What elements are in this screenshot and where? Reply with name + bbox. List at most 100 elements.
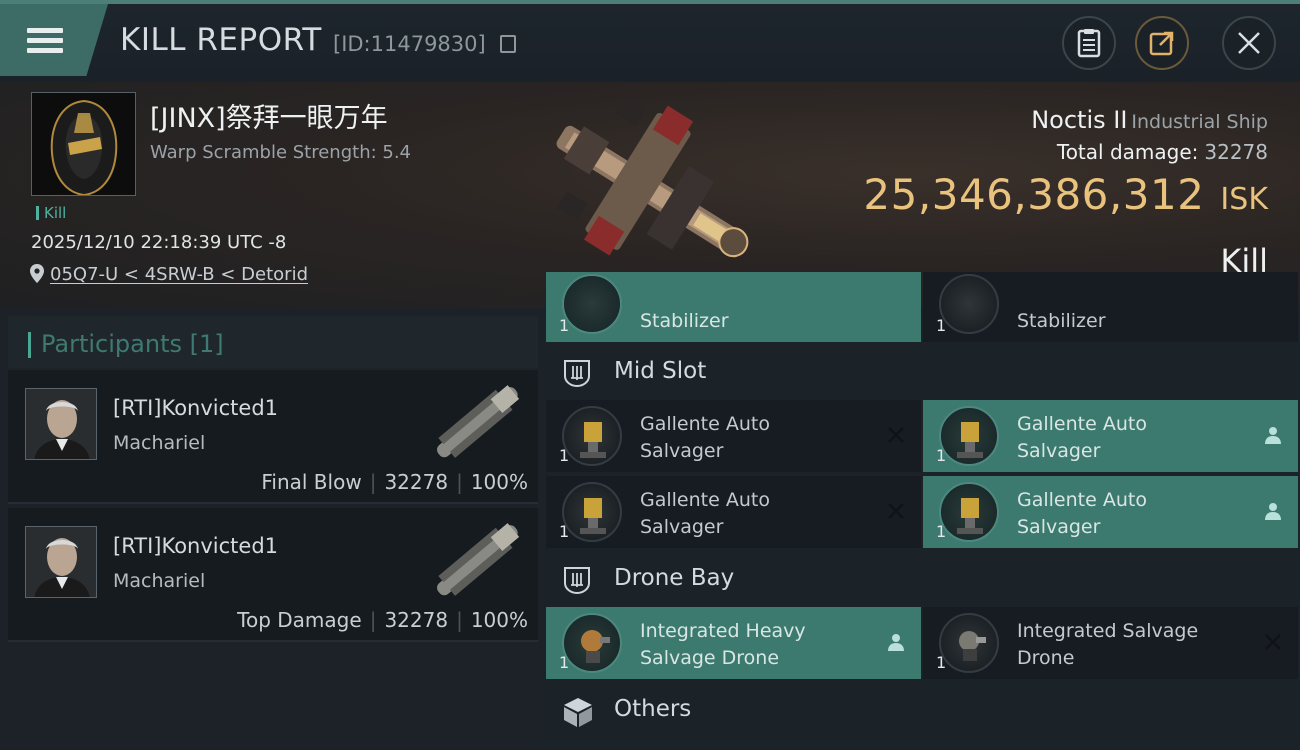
salvager-icon	[562, 482, 622, 542]
person-icon	[1265, 427, 1281, 444]
location-pin-icon	[30, 264, 44, 283]
module-quantity: 1	[559, 316, 570, 335]
destroyed-x-icon	[1265, 634, 1281, 650]
participant-row[interactable]: [RTI]Konvicted1 Machariel Final Blow | 322…	[8, 370, 538, 504]
total-damage-value: 32278	[1204, 140, 1268, 164]
total-damage-label: Total damage:	[1056, 140, 1199, 164]
participant-ship-image	[437, 523, 520, 596]
others-header: Others	[546, 682, 1300, 738]
module-slot[interactable]: 1 Stabilizer	[546, 272, 921, 342]
kill-datetime: 2025/12/10 22:18:39 UTC -8	[31, 232, 287, 253]
person-icon	[888, 634, 904, 651]
participant-name[interactable]: [RTI]Konvicted1	[113, 396, 278, 420]
mid-slot-title: Mid Slot	[614, 358, 707, 384]
salvager-icon	[939, 406, 999, 466]
module-quantity: 1	[559, 522, 570, 541]
slot-icon	[564, 360, 590, 388]
drone-icon	[939, 613, 999, 673]
fitting-panel: 1 Stabilizer 1 Stabilizer Mid Slot 1 Gal…	[540, 272, 1300, 750]
share-button[interactable]	[1135, 16, 1189, 70]
drone-bay-header: Drone Bay	[546, 551, 1300, 607]
isk-amount: 25,346,386,312	[863, 170, 1205, 219]
participant-stats: Top Damage | 32278 | 100%	[237, 608, 528, 632]
avatar[interactable]	[25, 526, 97, 598]
menu-icon	[27, 28, 63, 58]
participant-damage: 32278	[384, 608, 449, 632]
participant-row[interactable]: [RTI]Konvicted1 Machariel Top Damage | 322…	[8, 508, 538, 642]
module-slot[interactable]: 1 Gallente Auto Salvager	[923, 476, 1298, 548]
destroyed-x-icon	[888, 503, 904, 519]
participant-role: Final Blow	[261, 470, 362, 494]
victim-ship[interactable]: Noctis II Industrial Ship	[1031, 106, 1268, 134]
participant-percent: 100%	[470, 470, 528, 494]
module-slot[interactable]: 1 Gallente Auto Salvager	[923, 400, 1298, 472]
person-icon	[1265, 503, 1281, 520]
victim-name[interactable]: [JINX]祭拜一眼万年	[150, 96, 388, 135]
menu-button[interactable]	[0, 4, 108, 76]
module-slot[interactable]: 1 Integrated Salvage Drone	[923, 607, 1298, 679]
participant-name[interactable]: [RTI]Konvicted1	[113, 534, 278, 558]
module-quantity: 1	[936, 522, 947, 541]
module-slot[interactable]: 1 Integrated Heavy Salvage Drone	[546, 607, 921, 679]
module-name: Gallente Auto Salvager	[640, 413, 770, 462]
close-button[interactable]	[1222, 16, 1276, 70]
module-quantity: 1	[936, 316, 947, 335]
module-name: Stabilizer	[640, 310, 729, 332]
ship-class: Industrial Ship	[1131, 111, 1268, 133]
isk-value: 25,346,386,312 ISK	[863, 170, 1268, 219]
participant-role: Top Damage	[237, 608, 362, 632]
destroyed-x-icon	[888, 427, 904, 443]
participants-title: Participants [1]	[41, 330, 224, 358]
location-link[interactable]: 05Q7-U < 4SRW-B < Detorid	[50, 264, 308, 285]
drone-icon	[562, 613, 622, 673]
module-slot[interactable]: 1 Stabilizer	[923, 272, 1298, 342]
participant-stats: Final Blow | 32278 | 100%	[261, 470, 528, 494]
participant-ship-image	[437, 385, 520, 458]
clipboard-icon	[1077, 29, 1101, 58]
slot-icon	[564, 567, 590, 595]
cube-icon	[564, 698, 592, 727]
warp-scramble-strength: Warp Scramble Strength: 5.4	[150, 142, 412, 163]
participants-count: [1]	[189, 330, 224, 358]
participant-percent: 100%	[470, 608, 528, 632]
victim-portrait[interactable]	[31, 92, 136, 196]
isk-unit: ISK	[1220, 182, 1268, 217]
module-name: Gallente Auto Salvager	[1017, 413, 1147, 462]
avatar[interactable]	[25, 388, 97, 460]
report-id: [ID:11479830]	[333, 32, 486, 56]
participant-ship: Machariel	[113, 570, 206, 592]
copy-icon[interactable]	[500, 35, 516, 53]
mid-slot-header: Mid Slot	[546, 344, 1300, 400]
module-name: Integrated Heavy Salvage Drone	[640, 620, 806, 669]
module-name: Gallente Auto Salvager	[1017, 489, 1147, 538]
module-name: Stabilizer	[1017, 310, 1106, 332]
participants-header: Participants [1]	[8, 316, 538, 368]
total-damage: Total damage: 32278	[1057, 140, 1268, 164]
close-icon	[1238, 32, 1260, 54]
page-title: KILL REPORT	[120, 22, 322, 58]
module-name: Integrated Salvage Drone	[1017, 620, 1199, 669]
salvager-icon	[562, 406, 622, 466]
section-accent-bar	[28, 332, 31, 358]
participant-damage: 32278	[384, 470, 449, 494]
participants-panel: Participants [1] [RTI]Konvicted1 Machari…	[0, 308, 540, 750]
top-bar: KILL REPORT [ID:11479830]	[0, 0, 1300, 82]
module-quantity: 1	[559, 653, 570, 672]
module-quantity: 1	[936, 653, 947, 672]
module-slot[interactable]: 1 Gallente Auto Salvager	[546, 400, 921, 472]
kill-tag: Kill	[36, 204, 66, 222]
module-quantity: 1	[559, 446, 570, 465]
participant-ship: Machariel	[113, 432, 206, 454]
clipboard-button[interactable]	[1062, 16, 1116, 70]
module-name: Gallente Auto Salvager	[640, 489, 770, 538]
ship-render	[556, 96, 749, 258]
salvager-icon	[939, 482, 999, 542]
stabilizer-icon	[562, 274, 622, 334]
ship-name: Noctis II	[1031, 106, 1128, 134]
module-slot[interactable]: 1 Gallente Auto Salvager	[546, 476, 921, 548]
others-title: Others	[614, 696, 692, 722]
top-accent-line	[0, 0, 1300, 4]
share-icon	[1149, 31, 1174, 56]
module-quantity: 1	[936, 446, 947, 465]
kill-location[interactable]: 05Q7-U < 4SRW-B < Detorid	[30, 264, 308, 285]
